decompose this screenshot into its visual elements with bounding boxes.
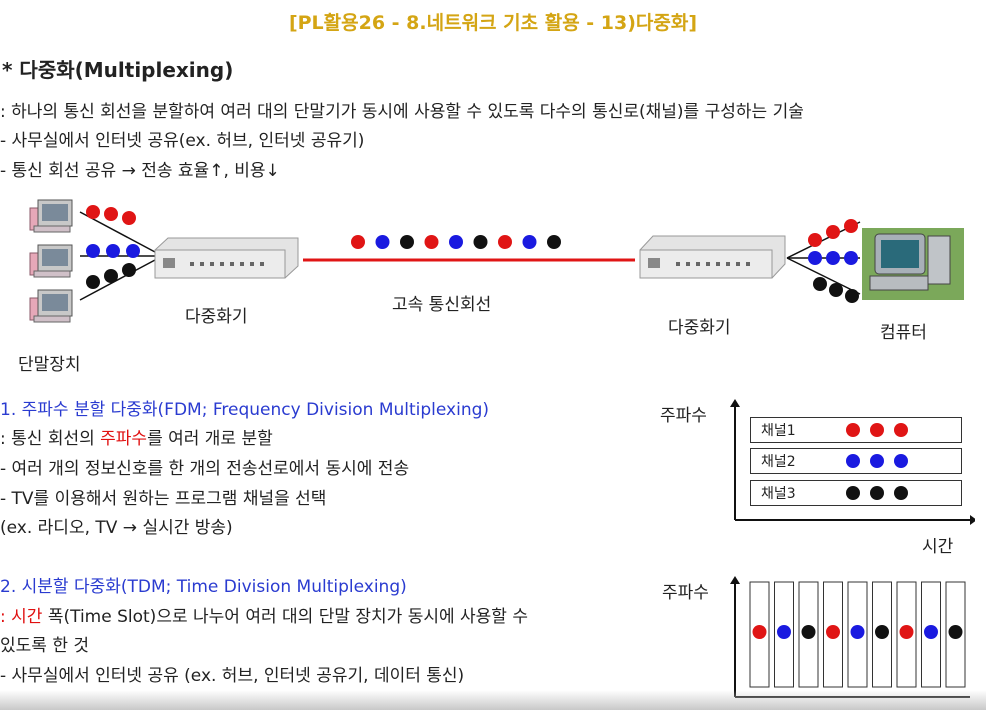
time-slot-dot bbox=[899, 625, 914, 639]
time-slot-dot bbox=[850, 625, 865, 639]
right-signal-dots bbox=[808, 219, 859, 303]
time-slot-dot bbox=[777, 625, 791, 639]
computer-label: 컴퓨터 bbox=[880, 323, 927, 343]
bullet-office: - 사무실에서 인터넷 공유(ex. 허브, 인터넷 공유기) bbox=[0, 131, 365, 151]
time-slot-dot bbox=[924, 625, 938, 639]
terminal-label: 단말장치 bbox=[18, 355, 81, 375]
fdm-channel-1: 채널1 bbox=[750, 417, 962, 443]
line-label: 고속 통신회선 bbox=[392, 295, 492, 315]
tdm-title: 2. 시분할 다중화(TDM; Time Division Multiplexi… bbox=[0, 577, 407, 597]
channel-1-label: 채널1 bbox=[761, 423, 796, 439]
tdm-definition: : 시간 폭(Time Slot)으로 나누어 여러 대의 단말 장치가 동시에… bbox=[0, 607, 528, 627]
fdm-x-label: 시간 bbox=[922, 537, 954, 557]
stream-dot bbox=[522, 235, 537, 249]
terminal-icon bbox=[29, 199, 73, 323]
page-title: [PL활용26 - 8.네트워크 기초 활용 - 13)다중화] bbox=[288, 12, 698, 34]
fdm-y-label: 주파수 bbox=[660, 406, 707, 426]
mux-left-label: 다중화기 bbox=[185, 307, 248, 327]
tdm-item-office: - 사무실에서 인터넷 공유 (ex. 허브, 인터넷 공유기, 데이터 통신) bbox=[0, 666, 465, 686]
stream-dot bbox=[351, 235, 365, 249]
fdm-channel-2: 채널2 bbox=[750, 448, 962, 474]
bullet-line-share: - 통신 회선 공유 → 전송 효율↑, 비용↓ bbox=[0, 161, 280, 181]
fdm-item-example: (ex. 라디오, TV → 실시간 방송) bbox=[0, 518, 233, 538]
stream-dot bbox=[375, 235, 390, 249]
stream-dot bbox=[424, 235, 439, 249]
tdm-chart bbox=[730, 576, 970, 698]
stream-dot bbox=[547, 235, 561, 249]
fdm-title: 1. 주파수 분할 다중화(FDM; Frequency Division Mu… bbox=[0, 400, 490, 420]
bottom-shadow bbox=[0, 690, 986, 710]
time-slot-dot bbox=[801, 625, 816, 639]
fdm-channel-3: 채널3 bbox=[750, 480, 962, 506]
section-heading: * 다중화(Multiplexing) bbox=[2, 58, 234, 82]
time-slot-dot bbox=[752, 625, 767, 639]
stream-dot bbox=[473, 235, 488, 249]
channel-2-label: 채널2 bbox=[761, 454, 796, 470]
time-slot-dot bbox=[875, 625, 889, 639]
channel-3-label: 채널3 bbox=[761, 486, 796, 502]
fdm-item-tv: - TV를 이용해서 원하는 프로그램 채널을 선택 bbox=[0, 489, 327, 509]
fdm-definition: : 통신 회선의 주파수를 여러 개로 분할 bbox=[0, 429, 273, 449]
tdm-y-label: 주파수 bbox=[662, 583, 709, 603]
multiplexer-right-icon bbox=[639, 235, 786, 279]
tdm-definition-cont: 있도록 한 것 bbox=[0, 636, 90, 656]
multiplexer-left-icon bbox=[154, 237, 299, 279]
fdm-item-simultaneous: - 여러 개의 정보신호를 한 개의 전송선로에서 동시에 전송 bbox=[0, 459, 410, 479]
time-slot-dot bbox=[948, 625, 963, 639]
time-slot-dot bbox=[826, 625, 840, 639]
stream-dots bbox=[351, 235, 561, 249]
definition-text: : 하나의 통신 회선을 분할하여 여러 대의 단말기가 동시에 사용할 수 있… bbox=[0, 102, 804, 122]
computer-icon bbox=[862, 228, 964, 300]
stream-dot bbox=[449, 235, 463, 249]
stream-dot bbox=[400, 235, 414, 249]
left-signal-dots bbox=[86, 205, 140, 289]
stream-dot bbox=[498, 235, 512, 249]
mux-right-label: 다중화기 bbox=[668, 318, 731, 338]
